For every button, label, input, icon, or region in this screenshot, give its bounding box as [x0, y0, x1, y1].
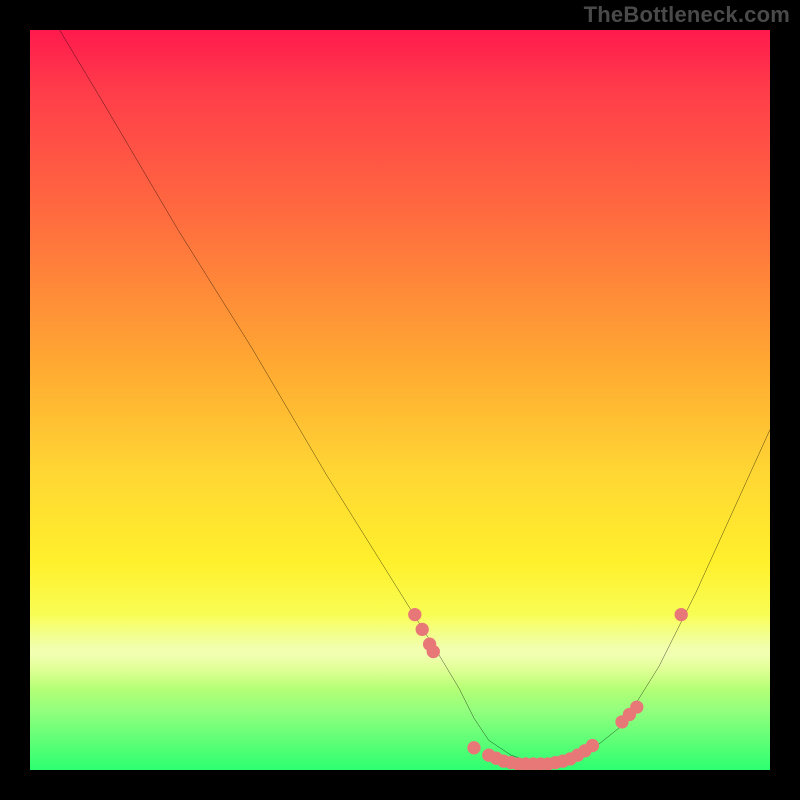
marker-dot [467, 741, 480, 754]
curve-line [60, 30, 770, 763]
chart-svg [30, 30, 770, 770]
marker-dots [408, 608, 688, 770]
marker-dot [416, 623, 429, 636]
marker-dot [408, 608, 421, 621]
chart-frame: TheBottleneck.com [0, 0, 800, 800]
marker-dot [586, 739, 599, 752]
plot-area [30, 30, 770, 770]
marker-dot [630, 700, 643, 713]
marker-dot [675, 608, 688, 621]
marker-dot [427, 645, 440, 658]
watermark-text: TheBottleneck.com [584, 2, 790, 28]
